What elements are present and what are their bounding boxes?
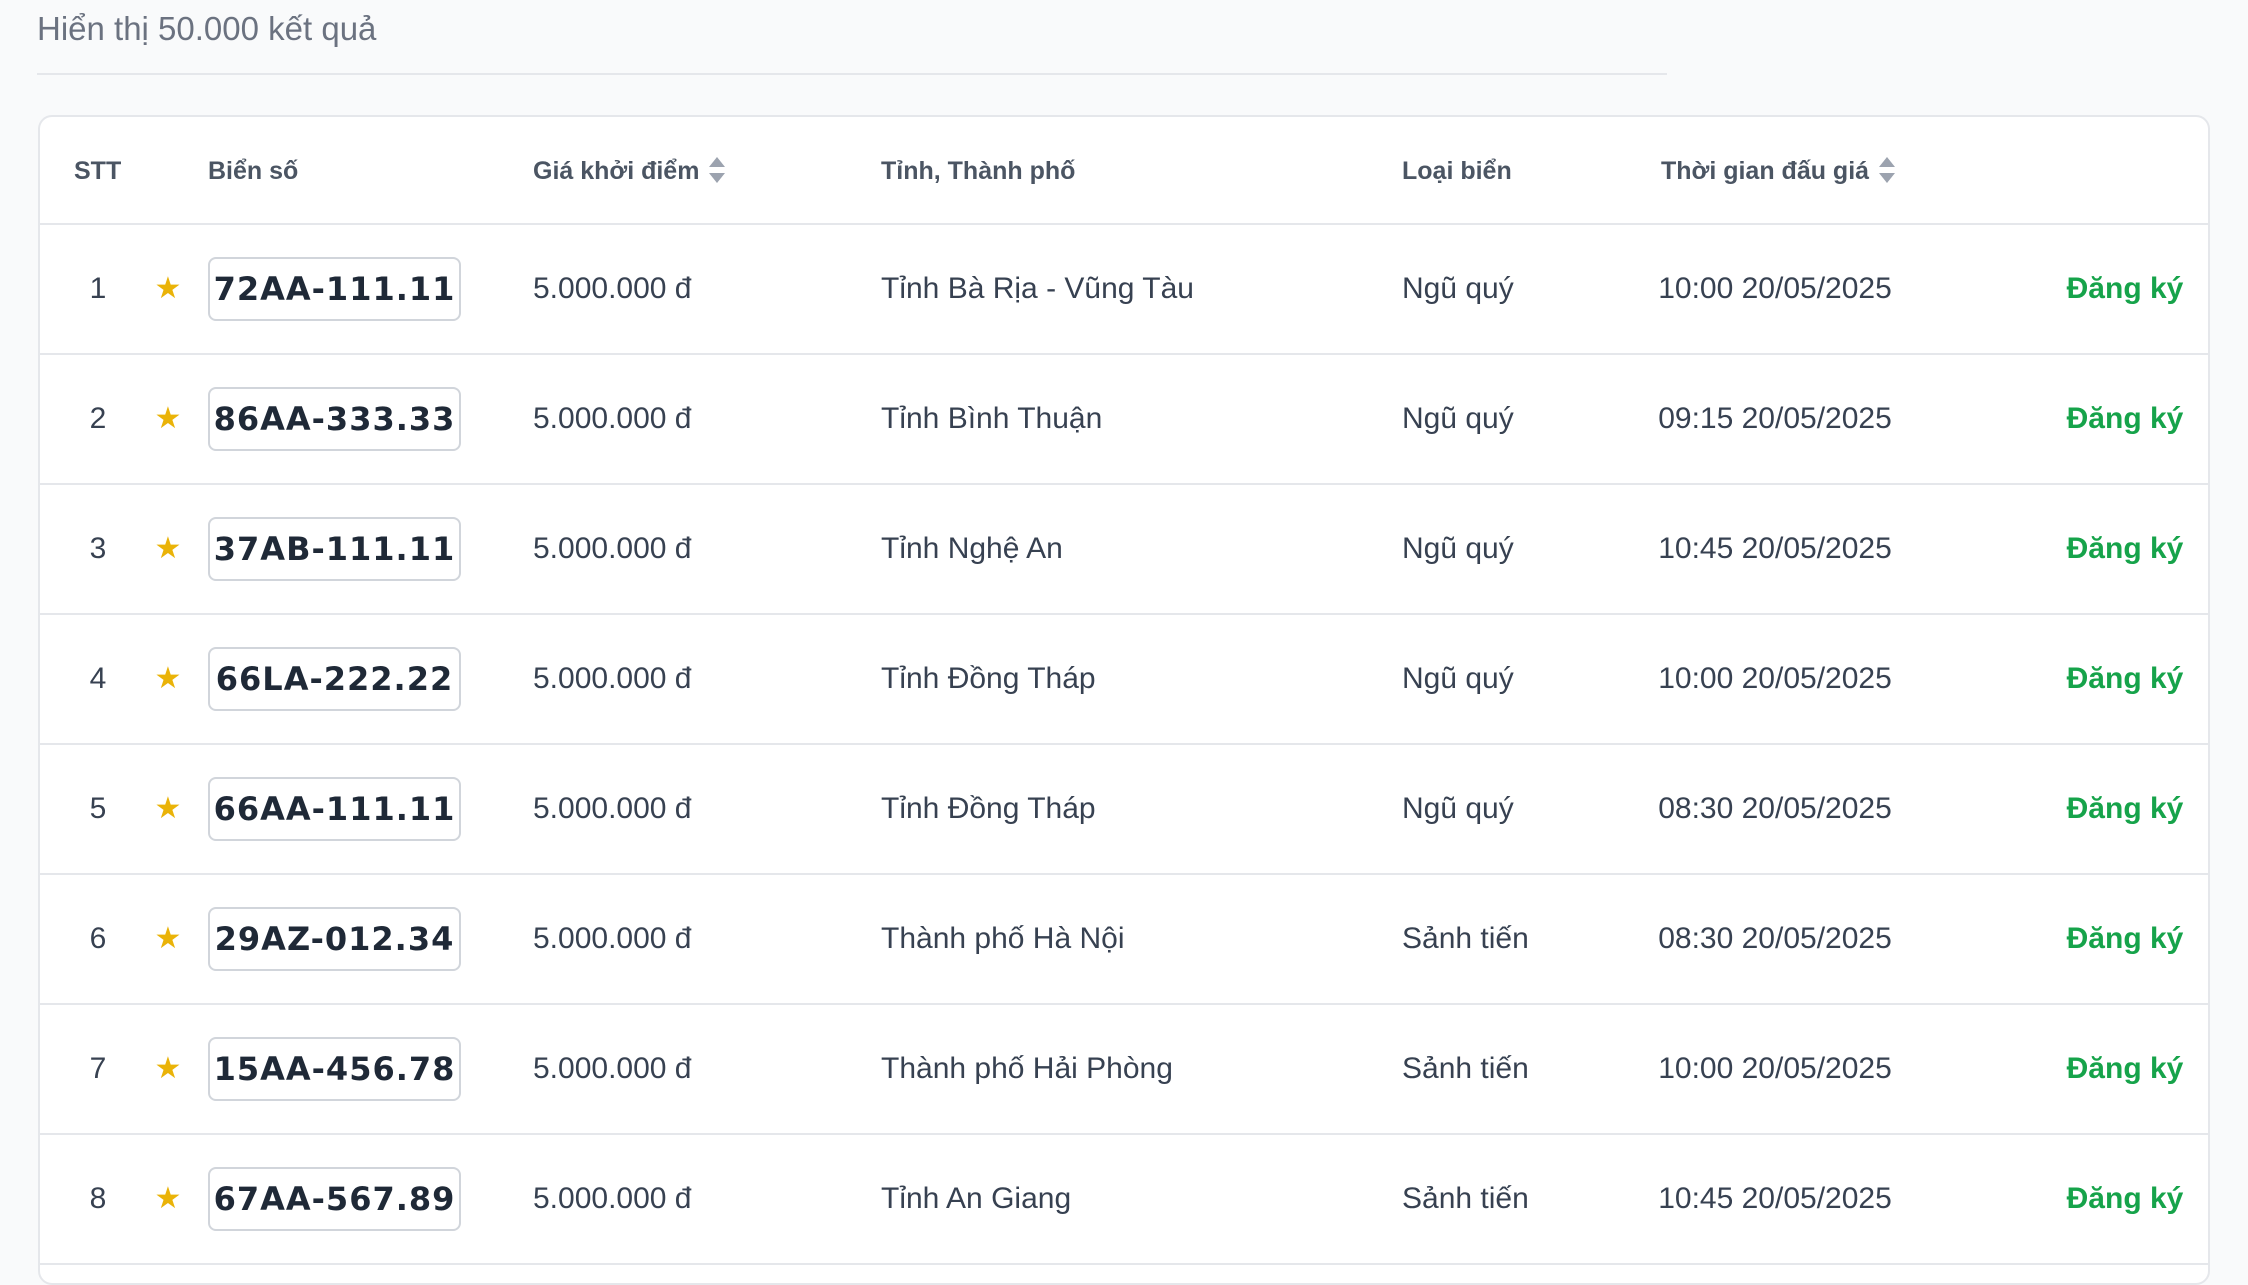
star-icon[interactable]: ★ (148, 1135, 188, 1263)
auction-table: STT Biển số Giá khởi điểm Tỉnh, Thành ph… (38, 115, 2210, 1285)
table-row: 3 ★ 37AB-111.11 5.000.000 đ Tỉnh Nghệ An… (40, 485, 2208, 615)
table-row: 7 ★ 15AA-456.78 5.000.000 đ Thành phố Hả… (40, 1005, 2208, 1135)
row-auction-time: 09:15 20/05/2025 (1658, 402, 1892, 435)
row-province: Tỉnh Đồng Tháp (881, 662, 1096, 695)
table-row: 2 ★ 86AA-333.33 5.000.000 đ Tỉnh Bình Th… (40, 355, 2208, 485)
row-province: Tỉnh Bà Rịa - Vũng Tàu (881, 272, 1194, 305)
register-link[interactable]: Đăng ký (2030, 1005, 2208, 1133)
row-price: 5.000.000 đ (533, 1182, 692, 1215)
divider (37, 73, 1667, 75)
register-link[interactable]: Đăng ký (2030, 485, 2208, 613)
row-province: Tỉnh An Giang (881, 1182, 1072, 1215)
row-plate-type: Sảnh tiến (1402, 1052, 1529, 1085)
star-icon[interactable]: ★ (148, 1005, 188, 1133)
row-stt: 7 (89, 1052, 107, 1085)
row-plate-type: Ngũ quý (1402, 662, 1514, 695)
license-plate: 37AB-111.11 (208, 517, 461, 581)
license-plate: 72AA-111.11 (208, 257, 461, 321)
row-plate-type: Ngũ quý (1402, 272, 1514, 305)
row-province: Tỉnh Đồng Tháp (881, 792, 1096, 825)
header-province: Tỉnh, Thành phố (881, 157, 1076, 185)
license-plate: 67AA-567.89 (208, 1167, 461, 1231)
register-link[interactable]: Đăng ký (2030, 875, 2208, 1003)
row-auction-time: 08:30 20/05/2025 (1658, 792, 1892, 825)
header-stt: STT (74, 157, 122, 185)
license-plate: 29AZ-012.34 (208, 907, 461, 971)
row-auction-time: 10:45 20/05/2025 (1658, 1182, 1892, 1215)
header-plate: Biển số (208, 157, 299, 185)
star-icon[interactable]: ★ (148, 485, 188, 613)
license-plate: 66AA-111.11 (208, 777, 461, 841)
row-plate-type: Sảnh tiến (1402, 922, 1529, 955)
header-type: Loại biển (1402, 157, 1512, 185)
row-auction-time: 10:00 20/05/2025 (1658, 662, 1892, 695)
register-link[interactable]: Đăng ký (2030, 225, 2208, 353)
header-time-sort[interactable]: Thời gian đấu giá (1661, 117, 1896, 225)
header-price-sort[interactable]: Giá khởi điểm (533, 117, 726, 225)
result-count: Hiển thị 50.000 kết quả (37, 10, 377, 47)
row-price: 5.000.000 đ (533, 792, 692, 825)
register-link[interactable]: Đăng ký (2030, 355, 2208, 483)
sort-icon[interactable] (709, 157, 726, 184)
table-header: STT Biển số Giá khởi điểm Tỉnh, Thành ph… (40, 117, 2208, 225)
star-icon[interactable]: ★ (148, 615, 188, 743)
star-icon[interactable]: ★ (148, 875, 188, 1003)
row-plate-type: Ngũ quý (1402, 402, 1514, 435)
row-province: Tỉnh Bình Thuận (881, 402, 1103, 435)
table-row: 4 ★ 66LA-222.22 5.000.000 đ Tỉnh Đồng Th… (40, 615, 2208, 745)
row-plate-type: Ngũ quý (1402, 532, 1514, 565)
row-auction-time: 10:00 20/05/2025 (1658, 272, 1892, 305)
header-price-label: Giá khởi điểm (533, 157, 700, 185)
table-row: 5 ★ 66AA-111.11 5.000.000 đ Tỉnh Đồng Th… (40, 745, 2208, 875)
row-price: 5.000.000 đ (533, 402, 692, 435)
row-auction-time: 08:30 20/05/2025 (1658, 922, 1892, 955)
star-icon[interactable]: ★ (148, 355, 188, 483)
license-plate: 86AA-333.33 (208, 387, 461, 451)
row-stt: 8 (89, 1182, 107, 1215)
table-row: 8 ★ 67AA-567.89 5.000.000 đ Tỉnh An Gian… (40, 1135, 2208, 1265)
row-price: 5.000.000 đ (533, 1052, 692, 1085)
row-plate-type: Ngũ quý (1402, 792, 1514, 825)
table-row: 6 ★ 29AZ-012.34 5.000.000 đ Thành phố Hà… (40, 875, 2208, 1005)
header-time-label: Thời gian đấu giá (1661, 157, 1870, 185)
register-link[interactable]: Đăng ký (2030, 615, 2208, 743)
star-icon[interactable]: ★ (148, 745, 188, 873)
row-province: Tỉnh Nghệ An (881, 532, 1063, 565)
row-price: 5.000.000 đ (533, 272, 692, 305)
row-stt: 5 (89, 792, 107, 825)
row-stt: 6 (89, 922, 107, 955)
row-stt: 2 (89, 402, 107, 435)
row-price: 5.000.000 đ (533, 662, 692, 695)
row-price: 5.000.000 đ (533, 532, 692, 565)
register-link[interactable]: Đăng ký (2030, 1135, 2208, 1263)
sort-icon[interactable] (1879, 157, 1896, 184)
row-province: Thành phố Hà Nội (881, 922, 1125, 955)
row-price: 5.000.000 đ (533, 922, 692, 955)
row-auction-time: 10:45 20/05/2025 (1658, 532, 1892, 565)
license-plate: 15AA-456.78 (208, 1037, 461, 1101)
star-icon[interactable]: ★ (148, 225, 188, 353)
row-auction-time: 10:00 20/05/2025 (1658, 1052, 1892, 1085)
table-row: 1 ★ 72AA-111.11 5.000.000 đ Tỉnh Bà Rịa … (40, 225, 2208, 355)
license-plate: 66LA-222.22 (208, 647, 461, 711)
row-province: Thành phố Hải Phòng (881, 1052, 1173, 1085)
row-stt: 3 (89, 532, 107, 565)
row-stt: 4 (89, 662, 107, 695)
row-plate-type: Sảnh tiến (1402, 1182, 1529, 1215)
row-stt: 1 (89, 272, 107, 305)
register-link[interactable]: Đăng ký (2030, 745, 2208, 873)
